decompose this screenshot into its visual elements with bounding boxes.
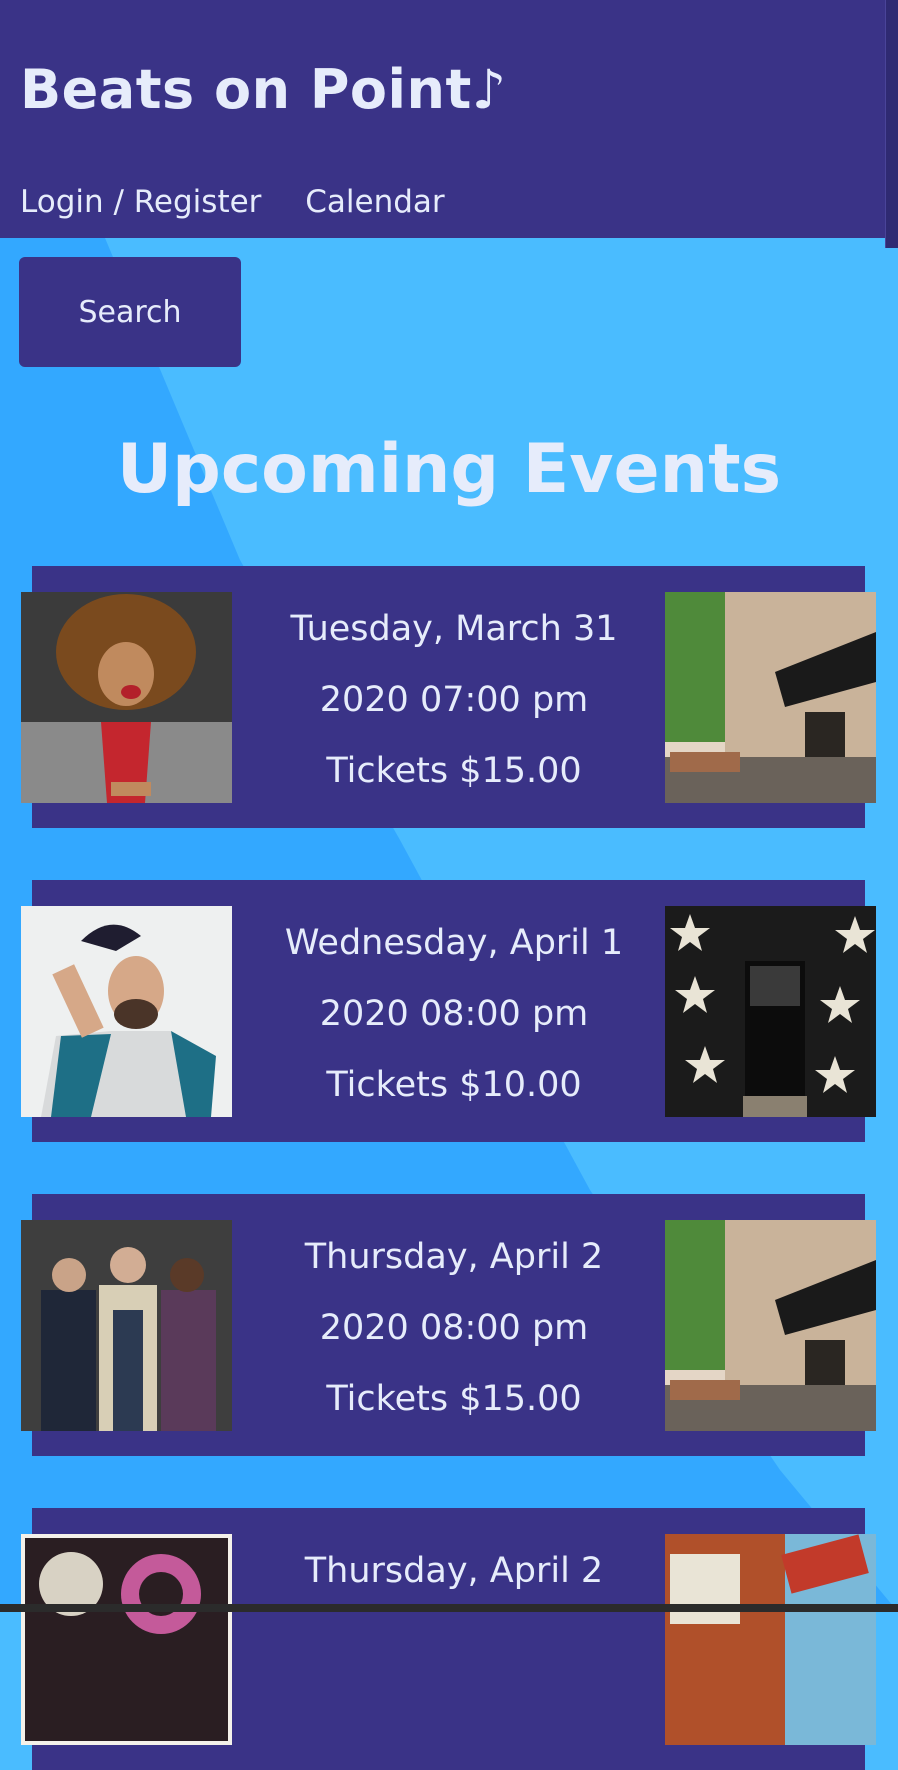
nav-login-register[interactable]: Login / Register xyxy=(20,184,261,220)
event-time: 2020 07:00 pm xyxy=(319,680,589,720)
event-tickets: Tickets $15.00 xyxy=(326,751,582,791)
site-header: Beats on Point♪ Login / Register Calenda… xyxy=(0,0,898,238)
event-time: 2020 08:00 pm xyxy=(319,994,589,1034)
venue-photo[interactable] xyxy=(665,1220,876,1431)
artist-photo[interactable] xyxy=(21,906,232,1117)
bottom-edge xyxy=(0,1604,898,1612)
venue-photo[interactable] xyxy=(665,1534,876,1745)
event-date: Thursday, April 2 xyxy=(304,1237,604,1277)
site-title[interactable]: Beats on Point♪ xyxy=(20,58,507,121)
event-card[interactable]: Wednesday, April 1 2020 08:00 pm Tickets… xyxy=(21,880,876,1142)
main-nav: Login / Register Calendar xyxy=(20,184,479,220)
event-info: Tuesday, March 31 2020 07:00 pm Tickets … xyxy=(243,594,665,807)
page-heading: Upcoming Events xyxy=(116,430,782,509)
event-card[interactable]: Thursday, April 2 xyxy=(21,1508,876,1770)
venue-photo[interactable] xyxy=(665,592,876,803)
event-tickets: Tickets $15.00 xyxy=(326,1379,582,1419)
event-info: Wednesday, April 1 2020 08:00 pm Tickets… xyxy=(243,908,665,1121)
nav-calendar[interactable]: Calendar xyxy=(305,184,444,220)
event-time xyxy=(243,1607,665,1678)
venue-photo[interactable] xyxy=(665,906,876,1117)
event-tickets xyxy=(243,1678,665,1749)
event-date: Thursday, April 2 xyxy=(304,1551,604,1591)
event-card[interactable]: Tuesday, March 31 2020 07:00 pm Tickets … xyxy=(21,566,876,828)
event-time: 2020 08:00 pm xyxy=(319,1308,589,1348)
scrollbar[interactable] xyxy=(885,0,898,248)
artist-photo[interactable] xyxy=(21,1534,232,1745)
event-tickets: Tickets $10.00 xyxy=(326,1065,582,1105)
event-info: Thursday, April 2 2020 08:00 pm Tickets … xyxy=(243,1222,665,1435)
event-info: Thursday, April 2 xyxy=(243,1536,665,1749)
event-date: Wednesday, April 1 xyxy=(284,923,624,963)
event-card[interactable]: Thursday, April 2 2020 08:00 pm Tickets … xyxy=(21,1194,876,1456)
artist-photo[interactable] xyxy=(21,592,232,803)
search-button[interactable]: Search xyxy=(19,257,241,367)
artist-photo[interactable] xyxy=(21,1220,232,1431)
event-date: Tuesday, March 31 xyxy=(290,609,618,649)
